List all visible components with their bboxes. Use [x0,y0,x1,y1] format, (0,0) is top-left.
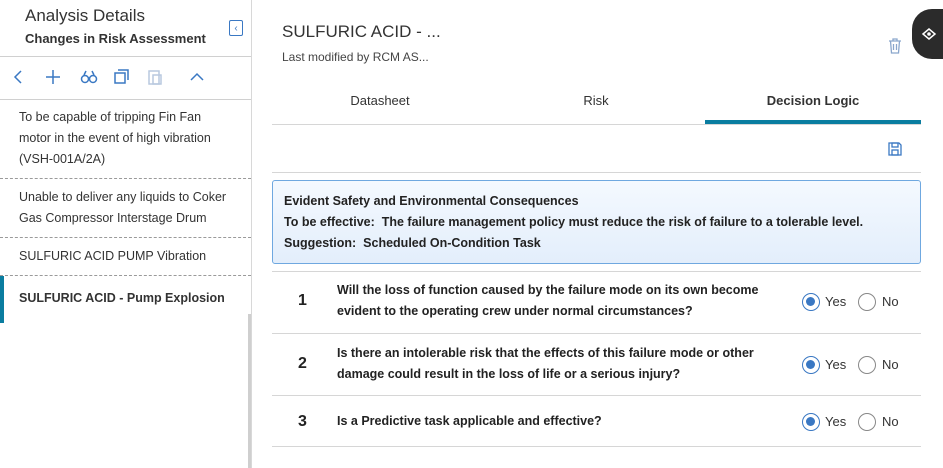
copy-icon[interactable] [112,68,130,86]
yes-label: Yes [825,414,847,429]
no-radio[interactable] [858,356,876,374]
alert-title: Evident Safety and Environmental Consequ… [284,194,579,208]
sidebar-item-pump-vibration[interactable]: SULFURIC ACID PUMP Vibration [0,238,251,276]
yes-radio[interactable] [802,293,820,311]
yes-label: Yes [825,357,847,372]
sidebar-item-coker-gas[interactable]: Unable to deliver any liquids to Coker G… [0,179,251,238]
divider [272,172,921,173]
tab-bar: Datasheet Risk Decision Logic [272,80,921,125]
no-label: No [882,294,899,309]
side-panel-toggle[interactable] [912,9,943,59]
question-text: Is there an intolerable risk that the ef… [337,346,754,381]
back-icon[interactable] [10,68,28,86]
alert-suggestion-label: Suggestion: [284,236,357,250]
question-text: Will the loss of function caused by the … [337,283,759,318]
yes-radio[interactable] [802,356,820,374]
sidebar-title: Analysis Details [25,6,145,25]
sidebar-item-fin-fan[interactable]: To be capable of tripping Fin Fan motor … [0,99,251,179]
consequence-alert: Evident Safety and Environmental Consequ… [272,180,921,264]
no-radio[interactable] [858,293,876,311]
binoculars-icon[interactable] [80,68,98,86]
no-label: No [882,414,899,429]
question-row: 2 Is there an intolerable risk that the … [272,334,921,395]
main-panel: SULFURIC ACID - ... Last modified by RCM… [252,0,943,468]
tab-decision-logic[interactable]: Decision Logic [705,80,921,124]
question-number: 3 [298,413,307,430]
alert-effective-text: The failure management policy must reduc… [381,215,864,229]
page-title: SULFURIC ACID - ... [282,22,441,41]
question-row: 3 Is a Predictive task applicable and ef… [272,396,921,446]
question-row: 1 Will the loss of function caused by th… [272,272,921,333]
paste-icon [148,70,162,85]
question-number: 2 [298,355,307,372]
yes-radio[interactable] [802,413,820,431]
no-label: No [882,357,899,372]
question-text: Is a Predictive task applicable and effe… [337,414,602,428]
sidebar-header: Analysis Details Changes in Risk Assessm… [0,0,251,56]
tab-risk[interactable]: Risk [488,80,704,121]
save-icon[interactable] [887,141,903,157]
last-modified-text: Last modified by RCM AS... [282,50,429,64]
yes-label: Yes [825,294,847,309]
divider [272,446,921,447]
sidebar-toolbar [0,56,251,100]
sidebar: Analysis Details Changes in Risk Assessm… [0,0,252,468]
sidebar-item-pump-explosion[interactable]: SULFURIC ACID - Pump Explosion [0,276,251,323]
panel-arrow-icon [921,28,937,40]
alert-effective-label: To be effective: [284,215,375,229]
sidebar-scrollbar[interactable] [248,314,251,468]
alert-suggestion-text: Scheduled On-Condition Task [363,236,541,250]
question-number: 1 [298,292,307,309]
add-icon[interactable] [44,68,62,86]
collapse-sidebar-icon[interactable]: ‹ [229,20,243,36]
sidebar-subtitle: Changes in Risk Assessment [25,31,206,46]
trash-icon[interactable] [888,38,902,54]
collapse-up-icon[interactable] [188,68,206,86]
sidebar-list: To be capable of tripping Fin Fan motor … [0,99,251,323]
no-radio[interactable] [858,413,876,431]
tab-datasheet[interactable]: Datasheet [272,80,488,121]
